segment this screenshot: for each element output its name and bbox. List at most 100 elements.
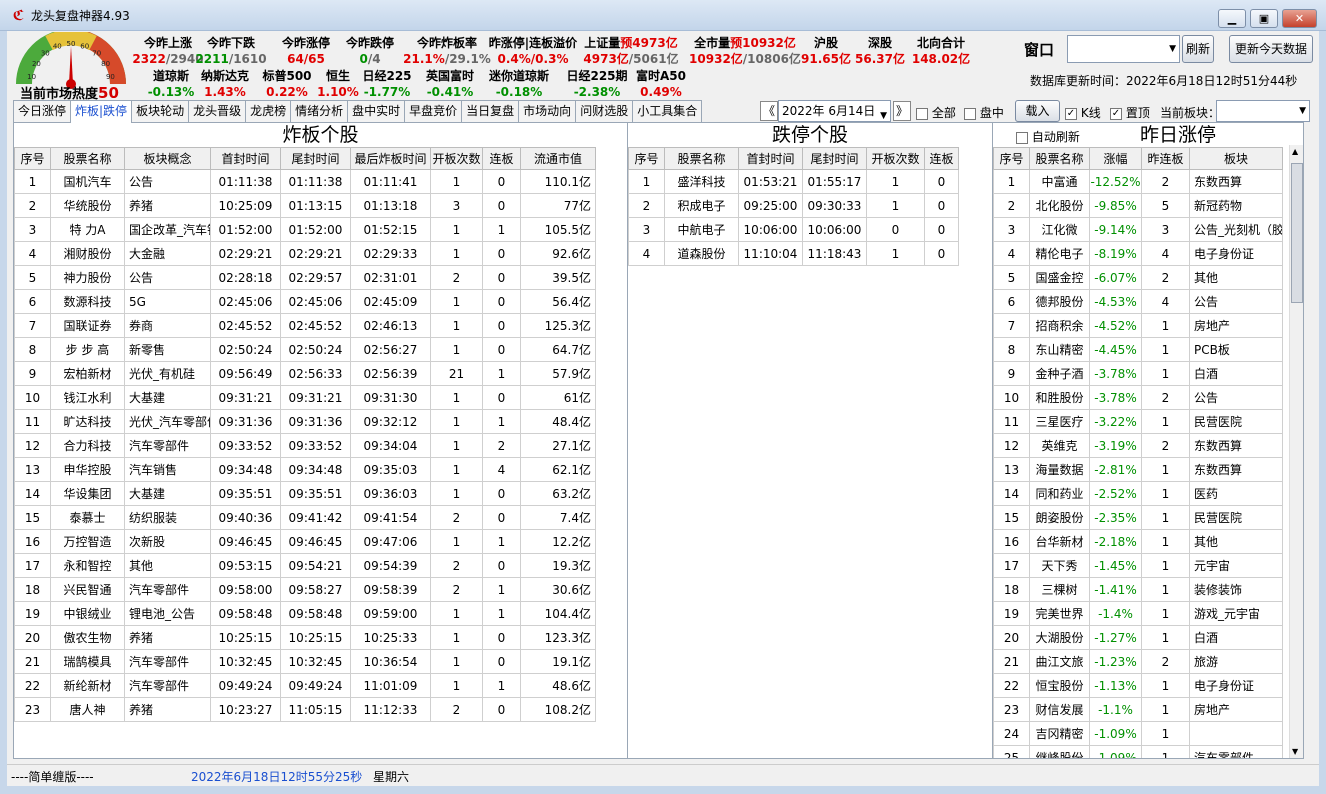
tab-8[interactable]: 早盘竞价 <box>404 100 463 122</box>
minimize-button[interactable]: ▁ <box>1218 9 1246 28</box>
kline-checkbox-group[interactable]: ✓ K线 <box>1065 104 1101 121</box>
table-row[interactable]: 20 大湖股份 -1.27% 1 白酒 <box>993 625 1283 650</box>
table-row[interactable]: 2 北化股份 -9.85% 5 新冠药物 <box>993 193 1283 218</box>
table-row[interactable]: 2 积成电子 09:25:00 09:30:33 1 0 <box>628 193 959 218</box>
table-row[interactable]: 15 朗姿股份 -2.35% 1 民营医院 <box>993 505 1283 530</box>
table-row[interactable]: 21 瑞鹄模具 汽车零部件 10:32:45 10:32:45 10:36:54 1 0 19.… <box>14 649 596 674</box>
column-header[interactable]: 开板次数 <box>430 147 483 170</box>
table-row[interactable]: 13 海量数据 -2.81% 1 东数西算 <box>993 457 1283 482</box>
table-row[interactable]: 15 泰慕士 纺织服装 09:40:36 09:41:42 09:41:54 2 0 7.4亿 <box>14 505 596 530</box>
column-header[interactable]: 涨幅 <box>1089 147 1142 170</box>
load-button[interactable]: 载入 <box>1015 100 1060 122</box>
table-row[interactable]: 3 江化微 -9.14% 3 公告_光刻机（胶 <box>993 217 1283 242</box>
intraday-checkbox[interactable] <box>964 107 976 120</box>
column-header[interactable]: 尾封时间 <box>280 147 351 170</box>
table-row[interactable]: 5 国盛金控 -6.07% 2 其他 <box>993 265 1283 290</box>
tab-1[interactable]: 今日涨停 <box>13 100 72 122</box>
tab-12[interactable]: 小工具集合 <box>632 100 703 122</box>
column-header[interactable]: 序号 <box>628 147 665 170</box>
table-row[interactable]: 22 新纶新材 汽车零部件 09:49:24 09:49:24 11:01:09 1 1 48.… <box>14 673 596 698</box>
auto-refresh-group[interactable]: 自动刷新 <box>1016 128 1080 145</box>
table-row[interactable]: 8步 步 高新零售 02:50:24 02:50:24 02:56:27 1 0 64.7亿 <box>14 337 596 362</box>
table-row[interactable]: 4 道森股份 11:10:04 11:18:43 1 0 <box>628 241 959 266</box>
table-row[interactable]: 9 金种子酒 -3.78% 1 白酒 <box>993 361 1283 386</box>
close-button[interactable]: ✕ <box>1282 9 1317 28</box>
table-row[interactable]: 23 唐人神 养猪 10:23:27 11:05:15 11:12:33 2 0 108.2亿 <box>14 697 596 722</box>
pin-checkbox[interactable]: ✓ <box>1110 107 1122 120</box>
next-date-button[interactable]: 》 <box>893 101 911 121</box>
table-row[interactable]: 9 宏柏新材 光伏_有机硅 09:56:49 02:56:33 02:56:39 21 1 57… <box>14 361 596 386</box>
column-header[interactable]: 板块概念 <box>124 147 211 170</box>
column-header[interactable]: 首封时间 <box>738 147 803 170</box>
column-header[interactable]: 序号 <box>993 147 1030 170</box>
table-row[interactable]: 10 和胜股份 -3.78% 2 公告 <box>993 385 1283 410</box>
column-header[interactable]: 序号 <box>14 147 51 170</box>
table-row[interactable]: 2 华统股份 养猪 10:25:09 01:13:15 01:13:18 3 0 77亿 <box>14 193 596 218</box>
table-row[interactable]: 1 盛洋科技 01:53:21 01:55:17 1 0 <box>628 169 959 194</box>
column-header[interactable]: 股票名称 <box>50 147 125 170</box>
table-row[interactable]: 16 台华新材 -2.18% 1 其他 <box>993 529 1283 554</box>
tab-7[interactable]: 盘中实时 <box>347 100 406 122</box>
column-header[interactable]: 股票名称 <box>664 147 739 170</box>
pin-checkbox-group[interactable]: ✓ 置顶 <box>1110 104 1150 121</box>
table-row[interactable]: 5 神力股份 公告 02:28:18 02:29:57 02:31:01 2 0 39.5亿 <box>14 265 596 290</box>
table-row[interactable]: 12 合力科技 汽车零部件 09:33:52 09:33:52 09:34:04 1 2 27.… <box>14 433 596 458</box>
scroll-down-icon[interactable]: ▼ <box>1292 747 1298 756</box>
table-row[interactable]: 11 三星医疗 -3.22% 1 民营医院 <box>993 409 1283 434</box>
table-row[interactable]: 1 国机汽车 公告 01:11:38 01:11:38 01:11:41 1 0 110.1亿 <box>14 169 596 194</box>
table-row[interactable]: 16 万控智造 次新股 09:46:45 09:46:45 09:47:06 1 1 12.2亿 <box>14 529 596 554</box>
table-row[interactable]: 10 钱江水利 大基建 09:31:21 09:31:21 09:31:30 1 0 61亿 <box>14 385 596 410</box>
tab-3[interactable]: 板块轮动 <box>131 100 190 122</box>
column-header[interactable]: 股票名称 <box>1029 147 1090 170</box>
tab-4[interactable]: 龙头晋级 <box>188 100 247 122</box>
table-row[interactable]: 11 旷达科技 光伏_汽车零部件 09:31:36 09:31:36 09:32:12 1 1… <box>14 409 596 434</box>
column-header[interactable]: 昨连板 <box>1141 147 1190 170</box>
current-block-select[interactable]: ▼ <box>1216 100 1310 122</box>
tab-10[interactable]: 市场动向 <box>518 100 577 122</box>
tab-11[interactable]: 问财选股 <box>575 100 634 122</box>
table-row[interactable]: 18 兴民智通 汽车零部件 09:58:00 09:58:27 09:58:39 2 1 30.… <box>14 577 596 602</box>
table-row[interactable]: 13 申华控股 汽车销售 09:34:48 09:34:48 09:35:03 1 4 62.1… <box>14 457 596 482</box>
column-header[interactable]: 板块 <box>1189 147 1283 170</box>
table-row[interactable]: 6 数源科技 5G 02:45:06 02:45:06 02:45:09 1 0 56.4亿 <box>14 289 596 314</box>
table-row[interactable]: 4 精伦电子 -8.19% 4 电子身份证 <box>993 241 1283 266</box>
column-header[interactable]: 连板 <box>924 147 959 170</box>
column-header[interactable]: 首封时间 <box>210 147 281 170</box>
window-select[interactable]: ▼ <box>1067 35 1180 63</box>
yesterday-scrollbar[interactable]: ▲ ▼ <box>1289 145 1303 758</box>
table-row[interactable]: 12 英维克 -3.19% 2 东数西算 <box>993 433 1283 458</box>
table-row[interactable]: 17 永和智控 其他 09:53:15 09:54:21 09:54:39 2 0 19.3亿 <box>14 553 596 578</box>
tab-5[interactable]: 龙虎榜 <box>245 100 292 122</box>
table-row[interactable]: 19 完美世界 -1.4% 1 游戏_元宇宙 <box>993 601 1283 626</box>
prev-date-button[interactable]: 《 <box>760 101 778 121</box>
scroll-up-icon[interactable]: ▲ <box>1292 147 1298 156</box>
column-header[interactable]: 最后炸板时间 <box>350 147 431 170</box>
column-header[interactable]: 开板次数 <box>866 147 925 170</box>
all-checkbox[interactable] <box>916 107 928 120</box>
tab-9[interactable]: 当日复盘 <box>461 100 520 122</box>
column-header[interactable]: 流通市值 <box>520 147 596 170</box>
all-checkbox-group[interactable]: 全部 <box>916 104 956 121</box>
table-row[interactable]: 20 傲农生物 养猪 10:25:15 10:25:15 10:25:33 1 0 123.3亿 <box>14 625 596 650</box>
table-row[interactable]: 3特 力A 国企改革_汽车销 01:52:00 01:52:00 01:52:15 1 1 1… <box>14 217 596 242</box>
table-row[interactable]: 21 曲江文旅 -1.23% 2 旅游 <box>993 649 1283 674</box>
table-row[interactable]: 7 招商积余 -4.52% 1 房地产 <box>993 313 1283 338</box>
tab-6[interactable]: 情绪分析 <box>290 100 349 122</box>
table-row[interactable]: 24 吉冈精密 -1.09% 1 <box>993 721 1283 746</box>
maximize-button[interactable]: ▣ <box>1250 9 1278 28</box>
date-picker[interactable]: 2022年 6月14日 ▼ <box>778 100 891 122</box>
tab-2[interactable]: 炸板|跌停 <box>70 100 133 123</box>
kline-checkbox[interactable]: ✓ <box>1065 107 1077 120</box>
table-row[interactable]: 23 财信发展 -1.1% 1 房地产 <box>993 697 1283 722</box>
scroll-thumb[interactable] <box>1291 163 1303 303</box>
column-header[interactable]: 连板 <box>482 147 521 170</box>
auto-refresh-checkbox[interactable] <box>1016 131 1028 144</box>
table-row[interactable]: 8 东山精密 -4.45% 1 PCB板 <box>993 337 1283 362</box>
table-row[interactable]: 14 华设集团 大基建 09:35:51 09:35:51 09:36:03 1 0 63.2亿 <box>14 481 596 506</box>
table-row[interactable]: 14 同和药业 -2.52% 1 医药 <box>993 481 1283 506</box>
update-today-button[interactable]: 更新今天数据 <box>1229 35 1313 63</box>
column-header[interactable]: 尾封时间 <box>802 147 867 170</box>
table-row[interactable]: 4 湘财股份 大金融 02:29:21 02:29:21 02:29:33 1 0 92.6亿 <box>14 241 596 266</box>
table-row[interactable]: 19 中银绒业 锂电池_公告 09:58:48 09:58:48 09:59:00 1 1 10… <box>14 601 596 626</box>
table-row[interactable]: 6 德邦股份 -4.53% 4 公告 <box>993 289 1283 314</box>
